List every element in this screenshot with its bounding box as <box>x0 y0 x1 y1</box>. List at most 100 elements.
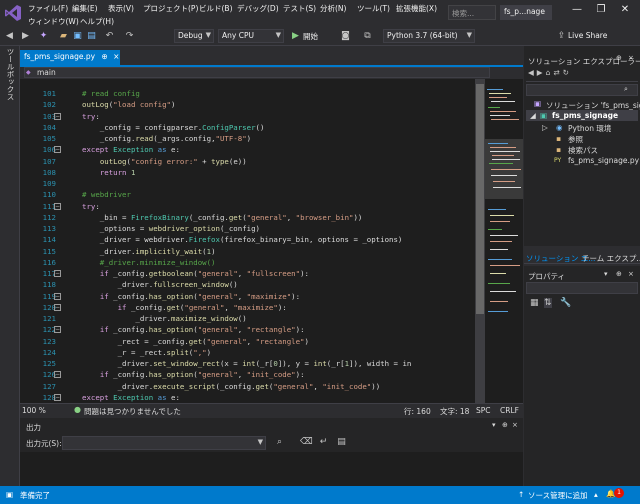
redo-icon[interactable]: ↷ <box>124 31 135 42</box>
menu-analyze[interactable]: 分析(N) <box>320 3 346 14</box>
tree-item-search-paths[interactable]: 検索パス <box>568 145 598 156</box>
live-share-icon[interactable]: ⇪ <box>556 31 567 42</box>
sync-icon[interactable]: ⇄ <box>553 68 562 77</box>
fold-toggle-icon[interactable]: − <box>54 292 61 300</box>
status-icon: ▣ <box>6 490 14 499</box>
start-button[interactable]: 開始 <box>303 31 318 42</box>
line-number: 127 <box>42 381 56 391</box>
pin-icon[interactable]: ⊕ <box>101 52 107 61</box>
open-file-icon[interactable]: ▰ <box>58 31 69 42</box>
platform-dropdown[interactable]: Any CPU ▼ <box>218 29 284 43</box>
solution-search-input[interactable] <box>526 84 638 96</box>
menu-tools[interactable]: ツール(T) <box>357 3 390 14</box>
back-icon[interactable]: ◀ <box>4 31 15 42</box>
minimize-icon[interactable]: — <box>568 2 586 18</box>
live-share-button[interactable]: Live Share <box>568 31 607 42</box>
issues-status[interactable]: 問題は見つかりませんでした <box>84 406 181 417</box>
close-icon[interactable]: × <box>628 54 634 62</box>
fold-toggle-icon[interactable]: − <box>54 202 61 210</box>
line-number: 119 <box>42 291 56 301</box>
browser-icon[interactable]: ◙ <box>340 31 351 42</box>
fold-toggle-icon[interactable]: − <box>54 393 61 401</box>
expand-icon[interactable]: ◢ <box>530 111 536 120</box>
menu-view[interactable]: 表示(V) <box>108 3 134 14</box>
attach-icon[interactable]: ⧉ <box>362 31 373 42</box>
menu-project[interactable]: プロジェクト(P) <box>143 3 198 14</box>
minimap[interactable] <box>485 79 523 403</box>
add-to-source-control[interactable]: ソース管理に追加 <box>528 490 588 501</box>
output-source-dropdown[interactable]: ▼ <box>62 436 266 450</box>
tree-item-file[interactable]: fs_pms_signage.py <box>568 156 639 165</box>
line-ending[interactable]: CRLF <box>500 406 519 415</box>
close-icon[interactable]: × <box>628 270 634 278</box>
whitespace-mode[interactable]: SPC <box>476 406 491 415</box>
properties-object-dropdown[interactable] <box>526 282 638 294</box>
fold-toggle-icon[interactable]: − <box>54 371 61 379</box>
save-icon[interactable]: ▣ <box>72 31 83 42</box>
alphabetical-icon[interactable]: ⇅ <box>544 298 552 308</box>
clear-all-icon[interactable]: ⌫ <box>300 437 313 448</box>
fold-toggle-icon[interactable]: − <box>54 112 61 120</box>
output-text-area[interactable] <box>20 452 523 486</box>
code-line: if _config.has_option("general", "maximi… <box>99 291 301 301</box>
output-source-label: 出力元(S): <box>26 439 62 448</box>
references-icon: ▪ <box>556 134 562 143</box>
chevron-down-icon[interactable]: ▾ <box>492 421 496 429</box>
new-item-icon[interactable]: ✦ <box>38 31 49 42</box>
collapse-icon[interactable]: ▷ <box>542 123 548 132</box>
word-wrap-icon[interactable]: ↵ <box>318 437 329 448</box>
line-number: 104 <box>42 122 56 132</box>
scrollbar-thumb[interactable] <box>476 84 484 314</box>
tree-item-python-env[interactable]: Python 環境 <box>568 123 611 134</box>
member-dropdown[interactable]: main <box>24 67 490 78</box>
close-icon[interactable]: × <box>512 421 518 429</box>
fold-toggle-icon[interactable]: − <box>54 146 61 154</box>
menu-edit[interactable]: 編集(E) <box>72 3 98 14</box>
forward-icon[interactable]: ▶ <box>537 68 546 77</box>
undo-icon[interactable]: ↶ <box>104 31 115 42</box>
property-pages-icon[interactable]: 🔧 <box>560 298 571 308</box>
close-tab-icon[interactable]: × <box>113 52 119 61</box>
visual-studio-logo <box>5 5 21 21</box>
save-all-icon[interactable]: ▤ <box>86 31 97 42</box>
toggle-scroll-icon[interactable]: ▤ <box>336 437 347 448</box>
line-number: 118 <box>42 280 56 290</box>
find-icon[interactable]: ⌕ <box>274 437 285 448</box>
chevron-down-icon[interactable]: ▾ <box>604 270 608 278</box>
menu-help[interactable]: ヘルプ(H) <box>80 16 114 27</box>
line-number: 114 <box>42 235 56 245</box>
pin-icon[interactable]: ⊕ <box>616 270 622 278</box>
python-env-dropdown[interactable]: Python 3.7 (64-bit) ▼ <box>383 29 475 43</box>
back-icon[interactable]: ◀ <box>528 68 537 77</box>
tab-team-explorer[interactable]: チーム エクスプ... <box>582 253 640 264</box>
toolbox-tab[interactable]: ツールボックス <box>4 48 16 108</box>
fold-toggle-icon[interactable]: − <box>54 303 61 311</box>
zoom-level[interactable]: 100 % <box>22 406 46 415</box>
refresh-icon[interactable]: ↻ <box>563 68 572 77</box>
close-icon[interactable]: ✕ <box>616 2 634 18</box>
fold-toggle-icon[interactable]: − <box>54 326 61 334</box>
code-line: outLog("config error:" + type(e)) <box>99 156 247 166</box>
output-header: 出力 ▾ ⊕ × <box>20 420 523 433</box>
menu-debug[interactable]: デバッグ(D) <box>237 3 279 14</box>
document-tab[interactable]: fs_pms_signage.py ⊕ × <box>20 50 120 65</box>
menu-window[interactable]: ウィンドウ(W) <box>28 16 79 27</box>
menu-build[interactable]: ビルド(B) <box>199 3 233 14</box>
categorized-icon[interactable]: ▦ <box>530 298 539 308</box>
forward-icon[interactable]: ▶ <box>20 31 31 42</box>
project-node[interactable]: fs_pms_signage <box>552 111 618 120</box>
menu-file[interactable]: ファイル(F) <box>28 3 68 14</box>
menu-extensions[interactable]: 拡張機能(X) <box>396 3 437 14</box>
fold-toggle-icon[interactable]: − <box>54 270 61 277</box>
menu-test[interactable]: テスト(S) <box>283 3 316 14</box>
start-icon[interactable]: ▶ <box>290 31 301 42</box>
pin-icon[interactable]: ⊕ <box>616 54 622 62</box>
upload-icon[interactable]: ↑ <box>518 490 524 499</box>
configuration-dropdown[interactable]: Debug ▼ <box>174 29 214 43</box>
search-input[interactable]: 検索... <box>448 5 496 20</box>
code-line: #_driver.minimize_window() <box>82 257 216 267</box>
chevron-up-icon[interactable]: ▴ <box>594 490 598 499</box>
tree-item-references[interactable]: 参照 <box>568 134 583 145</box>
restore-icon[interactable]: ❐ <box>592 2 610 18</box>
pin-icon[interactable]: ⊕ <box>502 421 508 429</box>
